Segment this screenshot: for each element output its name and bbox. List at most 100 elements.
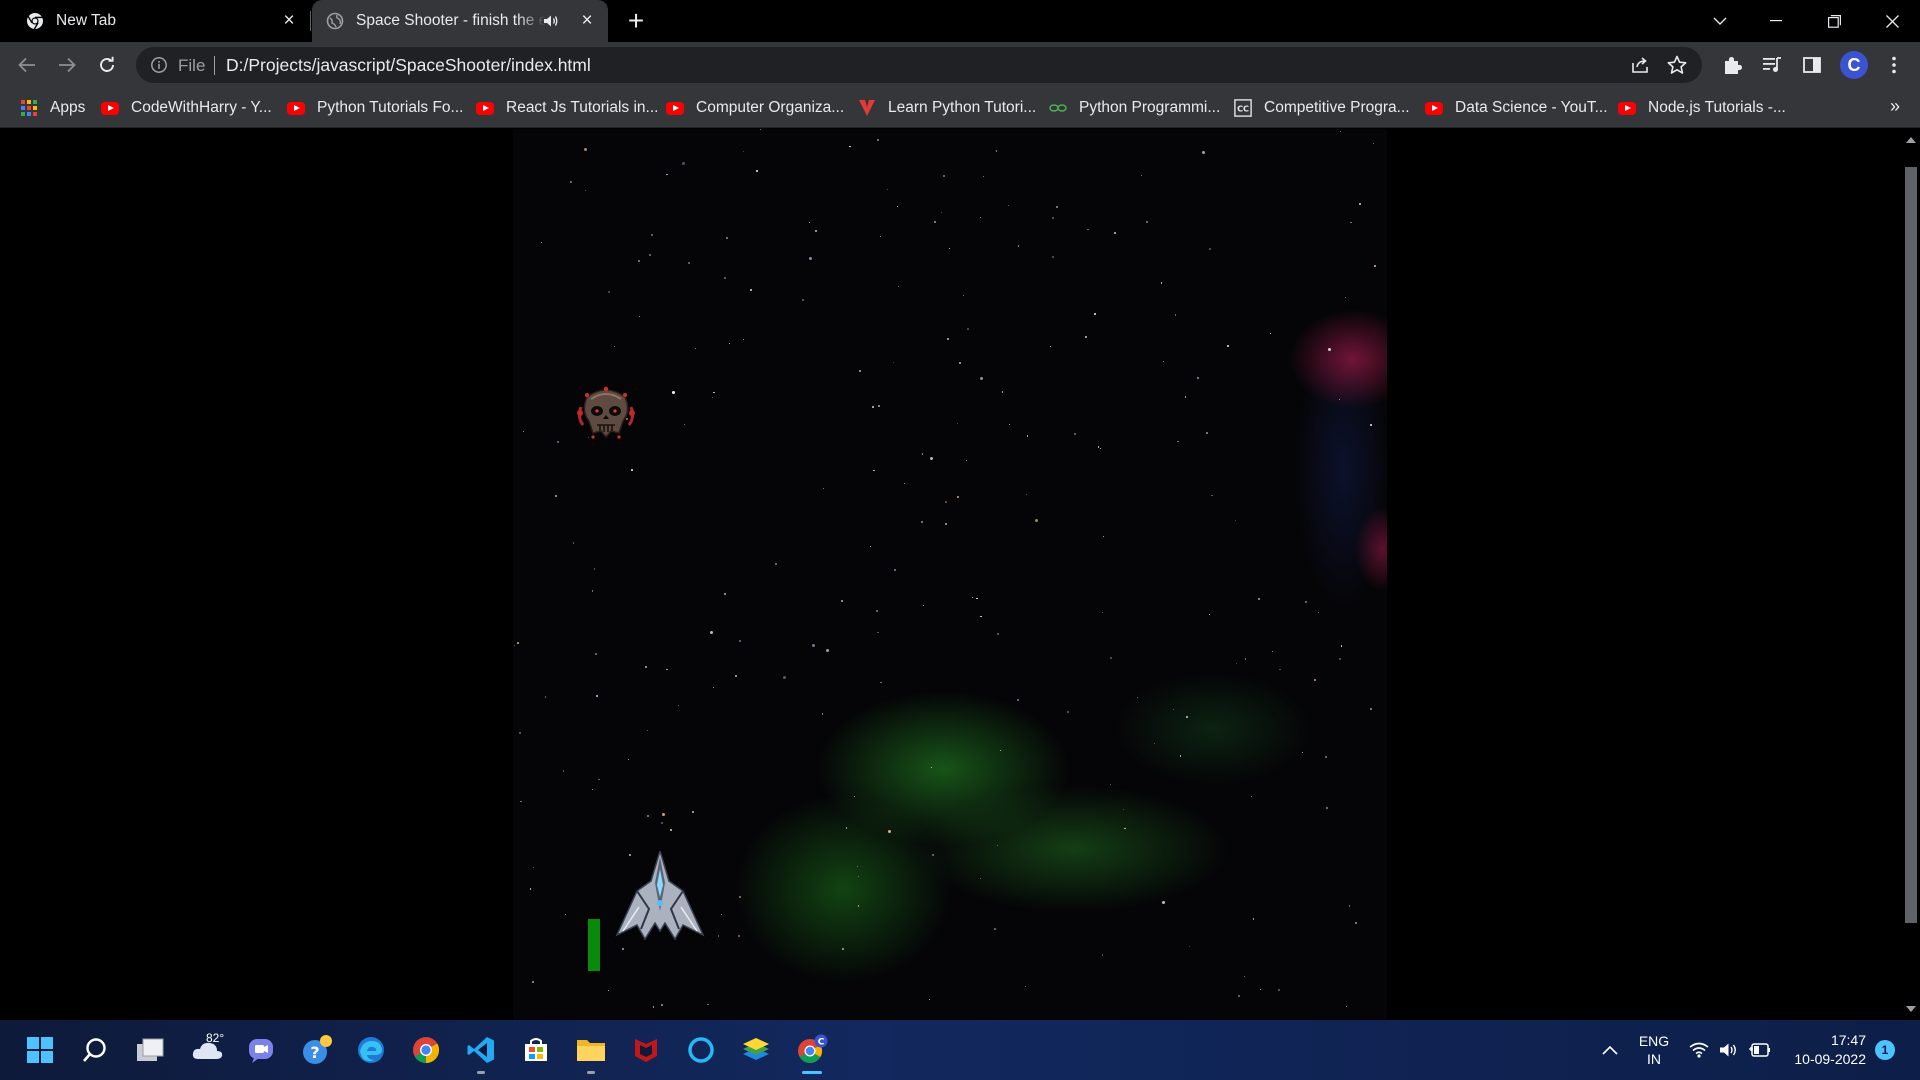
bookmark-label: Python Tutorials Fo... [317,99,464,116]
game-canvas[interactable] [513,129,1387,1020]
bookmark-nodejs[interactable]: Node.js Tutorials -... [1618,96,1786,120]
background-star [853,795,855,797]
background-star [713,686,715,688]
forward-arrow-icon[interactable] [53,51,81,79]
background-star [554,495,557,498]
edge-icon[interactable] [353,1032,389,1068]
search-icon[interactable] [77,1032,113,1068]
background-star [940,211,942,213]
media-control-icon[interactable] [1758,51,1786,79]
battery-charging-icon[interactable] [1746,1020,1774,1080]
bookmark-python-programming[interactable]: Python Programmi... [1049,96,1220,120]
bookmark-label: Apps [50,99,86,116]
background-star [812,643,816,647]
bookmark-react-js[interactable]: React Js Tutorials in... [476,96,658,120]
restore-icon[interactable] [1806,0,1862,42]
background-star [1184,396,1186,398]
background-star [713,391,715,394]
background-star [720,914,722,916]
background-star [533,867,535,869]
background-star [650,234,653,237]
tab-close-icon[interactable]: × [578,11,596,30]
background-star [1017,245,1019,247]
scroll-down-arrow-icon[interactable] [1906,1006,1916,1012]
extensions-puzzle-icon[interactable] [1718,51,1746,79]
minimize-icon[interactable] [1748,0,1804,42]
background-star [966,327,969,330]
bookmark-computer-organization[interactable]: Computer Organiza... [666,96,844,120]
tab-new-tab[interactable]: New Tab × [0,0,310,42]
background-star [1102,536,1105,538]
back-arrow-icon[interactable] [13,51,41,79]
chrome-profile-icon[interactable]: C [794,1032,830,1074]
store-icon[interactable] [518,1032,554,1068]
bookmark-competitive-programming[interactable]: CC Competitive Progra... [1234,96,1410,120]
profile-avatar[interactable]: C [1840,51,1868,79]
reload-icon[interactable] [93,51,121,79]
side-panel-icon[interactable] [1798,51,1826,79]
background-star [1252,918,1255,920]
background-star [1146,220,1149,223]
background-star [808,222,811,224]
close-window-icon[interactable] [1864,0,1920,42]
clock[interactable]: 17:47 10-09-2022 [1786,1020,1866,1080]
show-hidden-icons-chevron-icon[interactable] [1596,1020,1624,1080]
address-bar[interactable]: File D:/Projects/javascript/SpaceShooter… [136,47,1702,83]
bookmark-codewithharry[interactable]: CodeWithHarry - Y... [101,96,272,120]
bookmark-star-icon[interactable] [1666,54,1688,76]
notification-badge[interactable]: 1 [1875,1040,1895,1060]
bookmark-learn-python[interactable]: Learn Python Tutori... [858,96,1036,120]
windows-start-icon[interactable] [22,1032,58,1068]
page-scrollbar[interactable] [1902,129,1920,1020]
tab-space-shooter[interactable]: Space Shooter - finish the enemy × [312,0,608,42]
background-star [1251,795,1253,798]
kebab-menu-icon[interactable] [1880,51,1908,79]
bookmark-data-science[interactable]: Data Science - YouT... [1425,96,1608,120]
info-icon[interactable] [150,56,168,74]
bookmarks-overflow-chevron-icon[interactable]: » [1890,96,1900,117]
background-star [1235,662,1238,664]
url-text[interactable]: D:/Projects/javascript/SpaceShooter/inde… [226,55,591,76]
background-star [983,175,985,177]
share-icon[interactable] [1630,55,1650,75]
language-indicator[interactable]: ENG IN [1632,1020,1676,1080]
background-star [958,362,961,365]
background-star [1007,204,1009,206]
help-icon[interactable]: ? [299,1032,335,1068]
tab-close-icon[interactable]: × [280,11,298,30]
tab-search-chevron-icon[interactable] [1692,0,1748,42]
teams-chat-icon[interactable] [243,1032,279,1068]
svg-text:C: C [818,1038,825,1048]
bookmark-apps[interactable]: Apps [20,96,85,120]
task-view-icon[interactable] [132,1032,168,1068]
file-explorer-icon[interactable] [573,1032,609,1074]
volume-icon[interactable] [1716,1020,1742,1080]
new-tab-button[interactable]: + [622,7,650,36]
vscode-icon[interactable] [463,1032,499,1074]
background-star [1109,783,1111,785]
cortana-icon[interactable] [683,1032,719,1068]
scroll-thumb[interactable] [1905,167,1917,923]
background-star [1113,232,1116,235]
wifi-icon[interactable] [1686,1020,1712,1080]
background-star [1185,715,1188,718]
background-star [956,496,959,499]
background-star [841,948,844,951]
speaker-audio-icon[interactable] [542,12,560,30]
background-star [595,652,598,655]
background-star [1153,742,1155,745]
scroll-up-arrow-icon[interactable] [1906,137,1916,143]
apps-grid-icon [20,100,38,116]
stack-icon[interactable] [738,1032,774,1068]
background-star [638,259,641,262]
background-star [1350,222,1352,224]
background-star [710,631,714,635]
background-star [928,998,931,1000]
background-star [823,487,825,489]
chrome-icon[interactable] [408,1032,444,1068]
background-star [1179,755,1182,757]
background-star [728,342,731,344]
mcafee-icon[interactable] [628,1032,664,1068]
bookmark-python-tutorials[interactable]: Python Tutorials Fo... [287,96,463,120]
background-star [591,590,593,592]
